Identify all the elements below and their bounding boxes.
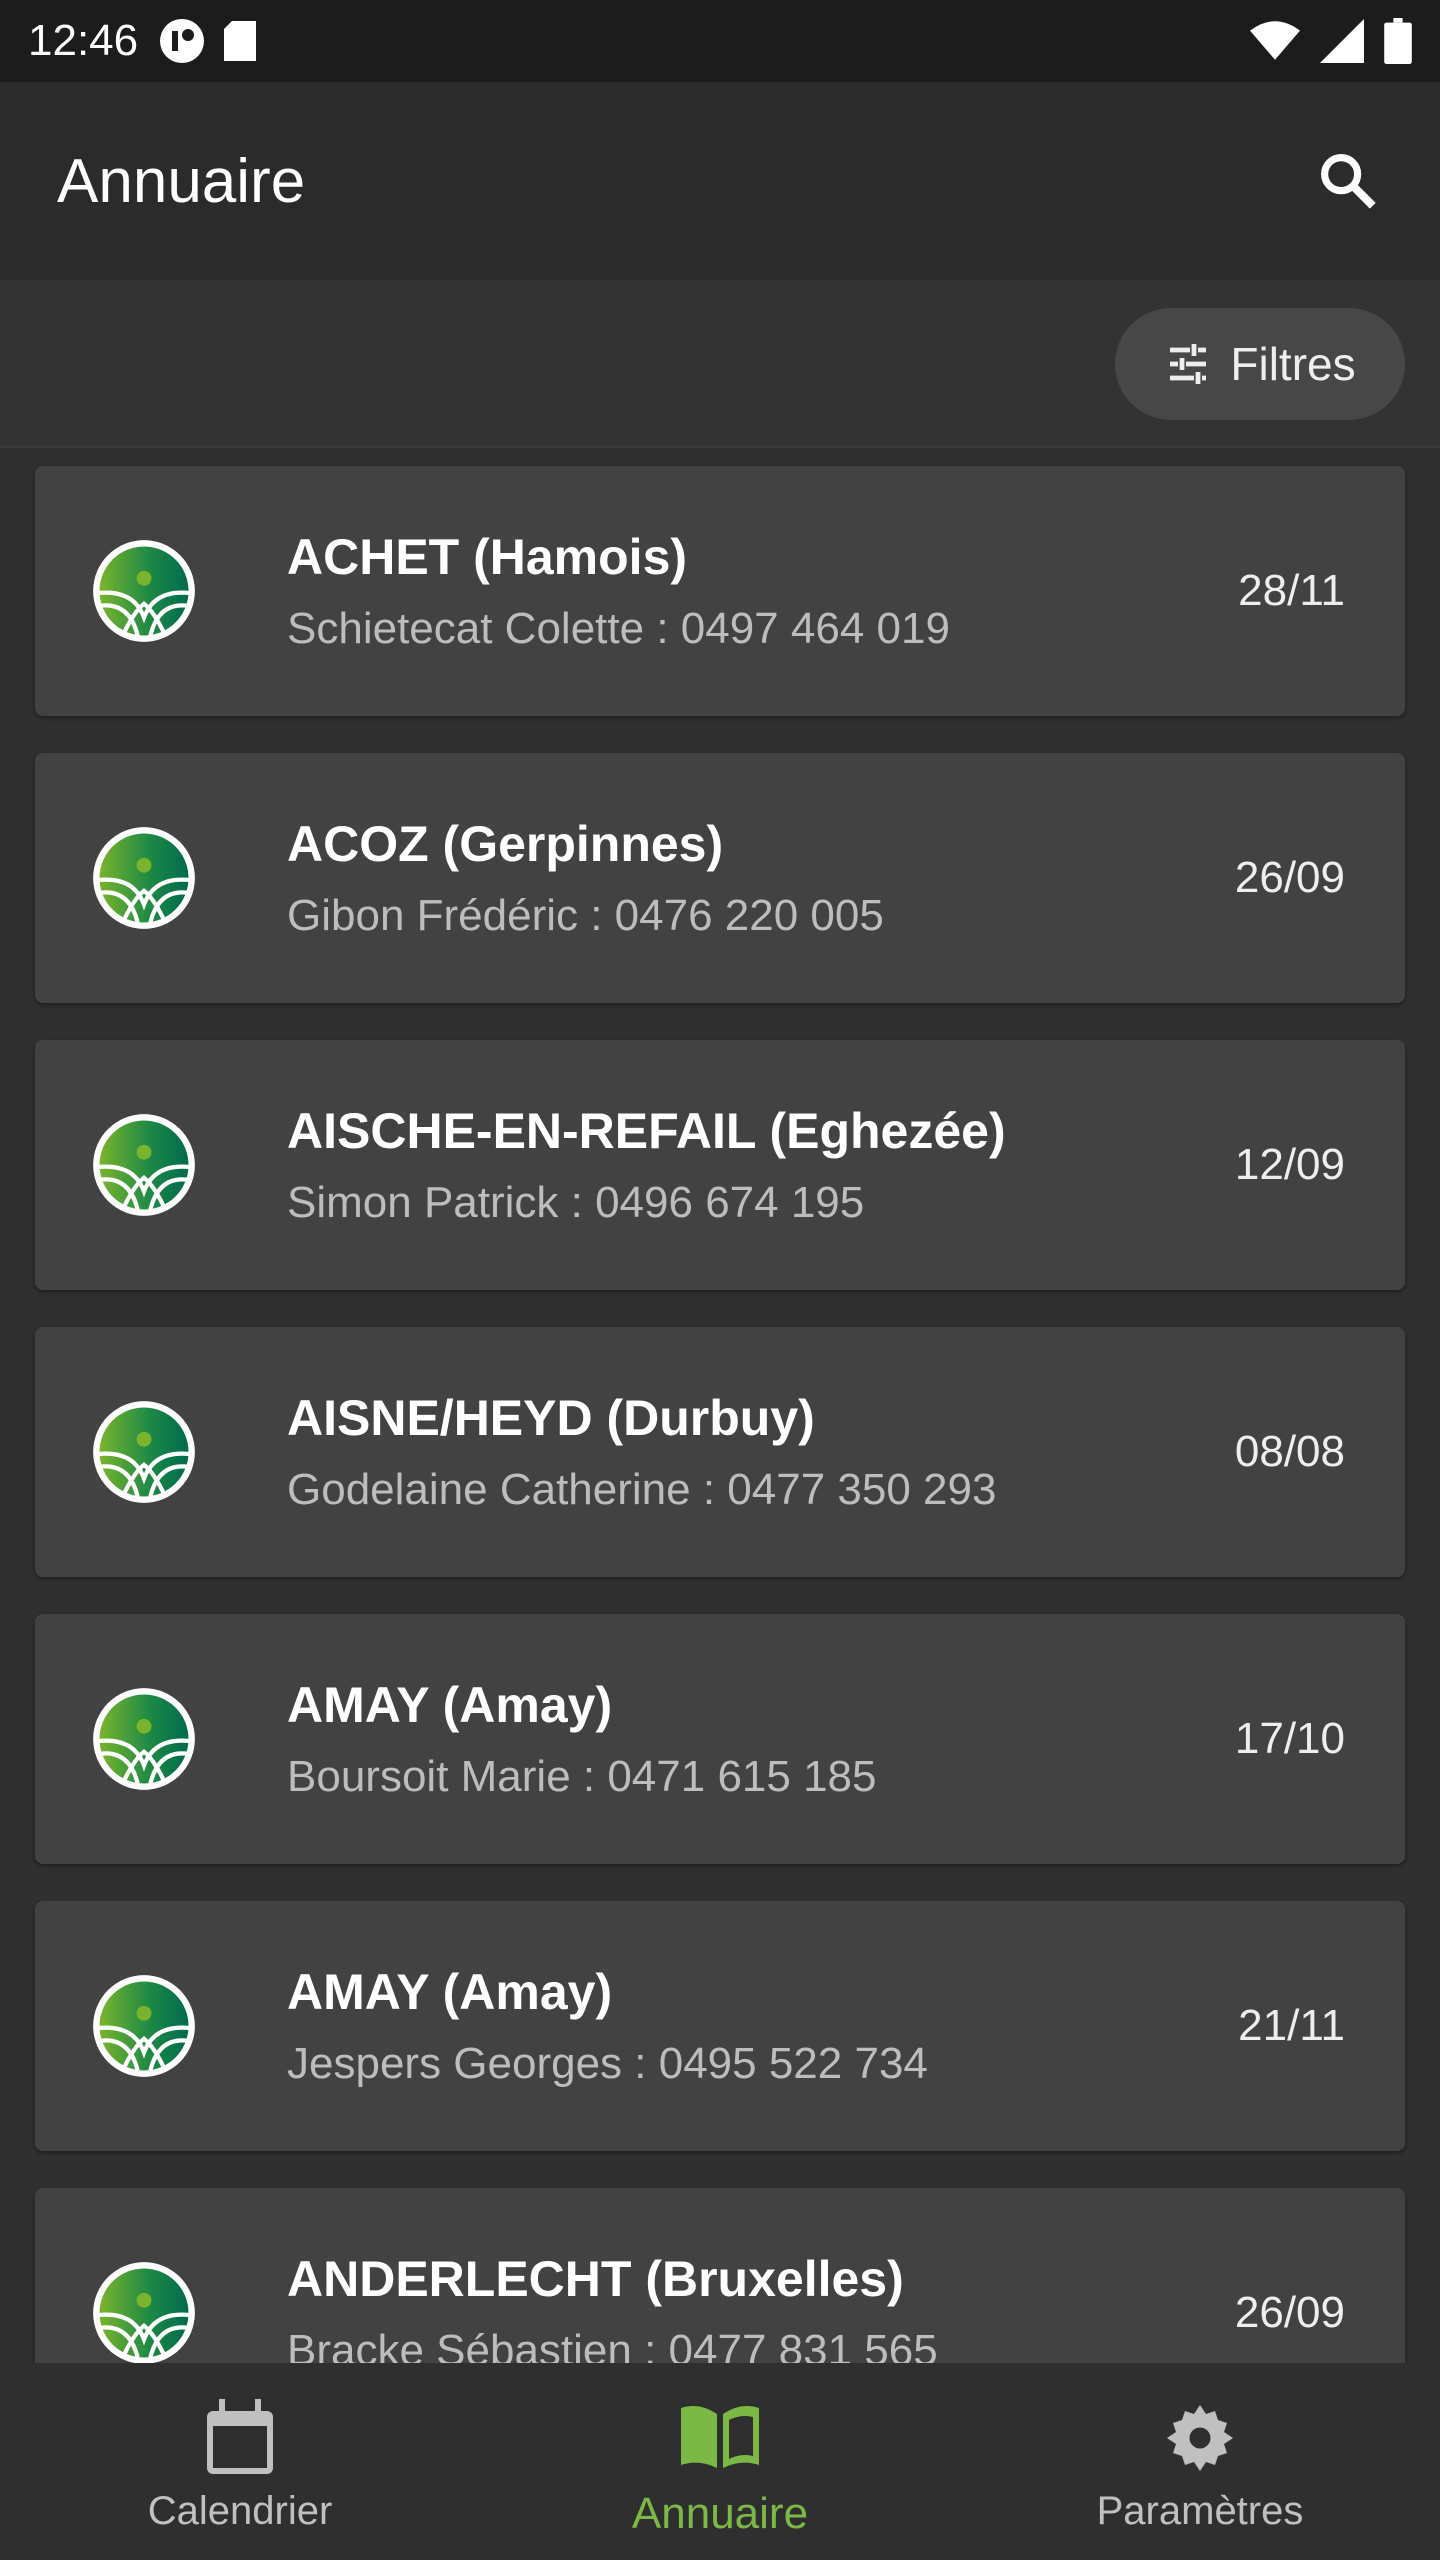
filters-button[interactable]: Filtres	[1115, 308, 1405, 420]
item-date: 17/10	[1234, 1714, 1345, 1763]
gear-icon	[1167, 2405, 1233, 2471]
item-contact: Gibon Frédéric : 0476 220 005	[287, 891, 884, 940]
item-date: 26/09	[1234, 853, 1345, 902]
item-title: ACOZ (Gerpinnes)	[287, 816, 724, 872]
organization-logo-icon	[91, 1112, 197, 1218]
app-bar: Annuaire	[0, 82, 1440, 280]
item-title: ACHET (Hamois)	[287, 529, 688, 585]
item-contact: Simon Patrick : 0496 674 195	[287, 1178, 865, 1227]
filters-label: Filtres	[1230, 338, 1356, 390]
item-contact: Godelaine Catherine : 0477 350 293	[287, 1465, 997, 1514]
item-contact: Schietecat Colette : 0497 464 019	[287, 604, 950, 653]
nav-annuaire[interactable]: Annuaire	[480, 2363, 960, 2560]
status-time: 12:46	[28, 16, 139, 65]
item-title: ANDERLECHT (Bruxelles)	[287, 2251, 904, 2307]
nav-label: Calendrier	[147, 2489, 333, 2533]
calendar-icon	[207, 2399, 273, 2474]
item-contact: Jespers Georges : 0495 522 734	[287, 2039, 928, 2088]
filter-bar: Filtres	[0, 280, 1440, 448]
item-title: AMAY (Amay)	[287, 1677, 613, 1733]
item-contact: Bracke Sébastien : 0477 831 565	[287, 2326, 938, 2363]
organization-logo-icon	[91, 1686, 197, 1792]
list-item[interactable]: AISCHE-EN-REFAIL (Eghezée) Simon Patrick…	[35, 1040, 1405, 1290]
item-date: 28/11	[1238, 566, 1345, 615]
signal-icon	[1320, 19, 1364, 63]
organization-logo-icon	[91, 2260, 197, 2363]
item-contact: Boursoit Marie : 0471 615 185	[287, 1752, 877, 1801]
page-title: Annuaire	[57, 146, 306, 216]
directory-list[interactable]: ACHET (Hamois) Schietecat Colette : 0497…	[0, 450, 1440, 2363]
organization-logo-icon	[91, 1399, 197, 1505]
list-item[interactable]: ACOZ (Gerpinnes) Gibon Frédéric : 0476 2…	[35, 753, 1405, 1003]
organization-logo-icon	[91, 825, 197, 931]
wifi-icon	[1250, 21, 1300, 60]
item-date: 21/11	[1238, 2001, 1345, 2050]
item-title: AISCHE-EN-REFAIL (Eghezée)	[287, 1103, 1006, 1159]
organization-logo-icon	[91, 1973, 197, 2079]
item-title: AMAY (Amay)	[287, 1964, 613, 2020]
list-item[interactable]: AMAY (Amay) Jespers Georges : 0495 522 7…	[35, 1901, 1405, 2151]
nav-label: Paramètres	[1096, 2489, 1304, 2533]
item-date: 26/09	[1234, 2288, 1345, 2337]
list-item[interactable]: ACHET (Hamois) Schietecat Colette : 0497…	[35, 466, 1405, 716]
item-date: 12/09	[1234, 1140, 1345, 1189]
list-item[interactable]: AISNE/HEYD (Durbuy) Godelaine Catherine …	[35, 1327, 1405, 1577]
list-item[interactable]: AMAY (Amay) Boursoit Marie : 0471 615 18…	[35, 1614, 1405, 1864]
bottom-navigation: Calendrier Annuaire Paramètres	[0, 2363, 1440, 2560]
battery-icon	[1384, 18, 1412, 64]
search-button[interactable]	[1313, 146, 1383, 216]
status-bar: 12:46	[0, 0, 1440, 82]
nav-label: Annuaire	[631, 2489, 809, 2538]
nav-parametres[interactable]: Paramètres	[960, 2363, 1440, 2560]
list-item[interactable]: ANDERLECHT (Bruxelles) Bracke Sébastien …	[35, 2188, 1405, 2363]
nav-calendrier[interactable]: Calendrier	[0, 2363, 480, 2560]
book-icon	[681, 2406, 759, 2468]
notification-icons	[158, 17, 260, 65]
tune-icon	[1170, 344, 1207, 384]
item-title: AISNE/HEYD (Durbuy)	[287, 1390, 815, 1446]
item-date: 08/08	[1234, 1427, 1345, 1476]
organization-logo-icon	[91, 538, 197, 644]
sd-card-icon	[224, 21, 257, 61]
search-icon	[1321, 154, 1376, 209]
app-notification-icon	[160, 19, 205, 63]
